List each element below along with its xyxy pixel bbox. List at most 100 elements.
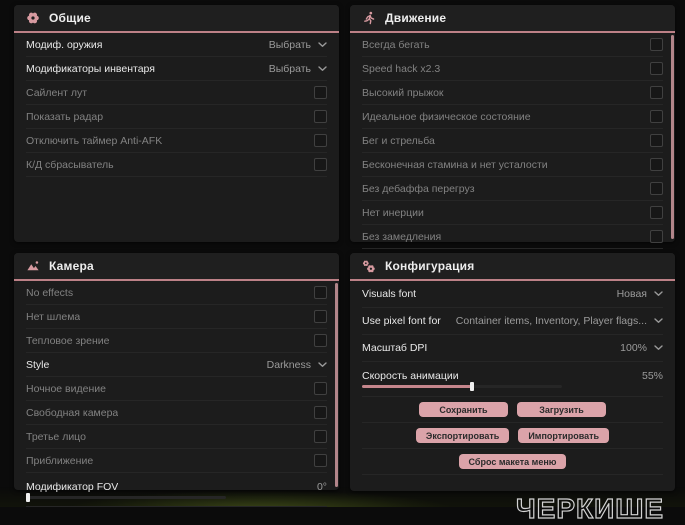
no-overload-debuff-checkbox[interactable] [650, 182, 663, 195]
weapon-mod-dropdown-value: Выбрать [268, 38, 311, 51]
high-jump-checkbox[interactable] [650, 86, 663, 99]
save-load-row: Сохранить Загрузить [362, 397, 663, 423]
silent-loot-checkbox[interactable] [314, 86, 327, 99]
disable-anti-afk-timer-label: Отключить таймер Anti-AFK [26, 134, 163, 147]
row-no-inertia: Нет инерции [362, 201, 663, 225]
panel-title: Конфигурация [385, 259, 475, 273]
fov-modifier-slider-value: 0° [316, 480, 327, 493]
no-effects-checkbox[interactable] [314, 286, 327, 299]
row-silent-loot: Сайлент лут [26, 81, 327, 105]
silent-loot-label: Сайлент лут [26, 86, 88, 99]
visuals-font-dropdown[interactable]: Новая [617, 288, 663, 300]
load-button[interactable]: Загрузить [517, 402, 606, 417]
row-disable-anti-afk-timer: Отключить таймер Anti-AFK [26, 129, 327, 153]
panel-header: Общие [14, 5, 339, 33]
row-visuals-font-dropdown: Visuals font Новая [362, 281, 663, 308]
zoom-toggle-label: Приближение [26, 454, 94, 467]
night-vision-label: Ночное видение [26, 382, 106, 395]
speed-hack-label: Speed hack x2.3 [362, 62, 441, 75]
slider-handle[interactable] [26, 492, 30, 502]
style-dropdown[interactable]: Darkness [267, 359, 327, 371]
panel-title: Камера [49, 259, 94, 273]
zoom-toggle-checkbox[interactable] [314, 454, 327, 467]
scrollbar[interactable] [671, 35, 674, 239]
chevron-down-icon [654, 291, 663, 297]
save-button[interactable]: Сохранить [419, 402, 508, 417]
infinite-stamina-checkbox[interactable] [650, 158, 663, 171]
panel-body: Всегда бегать Speed hack x2.3 Высокий прыж… [350, 33, 675, 249]
row-thermal-vision: Тепловое зрение [26, 329, 327, 353]
thermal-vision-checkbox[interactable] [314, 334, 327, 347]
weapon-mod-dropdown[interactable]: Выбрать [269, 39, 327, 51]
panel-body: No effects Нет шлема Тепловое зрение Style D… [14, 281, 339, 507]
chevron-down-icon [654, 318, 663, 324]
cd-resetter-label: К/Д сбрасыватель [26, 158, 114, 171]
cd-resetter-checkbox[interactable] [314, 158, 327, 171]
panel-header: Камера [14, 253, 339, 281]
no-overload-debuff-label: Без дебаффа перегруз [362, 182, 475, 195]
always-run-label: Всегда бегать [362, 38, 430, 51]
row-pixel-font-dropdown: Use pixel font for Container items, Inven… [362, 308, 663, 335]
row-always-run: Всегда бегать [362, 33, 663, 57]
row-speed-hack: Speed hack x2.3 [362, 57, 663, 81]
animation-speed-slider-label: Скорость анимации [362, 370, 459, 382]
row-weapon-mod-dropdown: Модиф. оружия Выбрать [26, 33, 327, 57]
show-radar-label: Показать радар [26, 110, 104, 123]
slider-handle[interactable] [470, 382, 474, 391]
export-button[interactable]: Экспортировать [415, 428, 510, 443]
free-camera-label: Свободная камера [26, 406, 119, 419]
perfect-physical-condition-label: Идеальное физическое состояние [362, 110, 531, 123]
panel-general: Общие Модиф. оружия Выбрать Модификаторы ин… [14, 5, 339, 242]
third-person-label: Третье лицо [26, 430, 86, 443]
visuals-font-dropdown-value: Новая [616, 288, 647, 300]
panel-title: Общие [49, 11, 91, 25]
high-jump-label: Высокий прыжок [362, 86, 444, 99]
gears-icon [362, 259, 376, 273]
export-import-row: Экспортировать Импортировать [362, 423, 663, 449]
weapon-mod-dropdown-label: Модиф. оружия [26, 38, 103, 51]
always-run-checkbox[interactable] [650, 38, 663, 51]
row-fov-modifier-slider: Модификатор FOV 0° [26, 473, 327, 507]
no-helmet-checkbox[interactable] [314, 310, 327, 323]
panel-header: Конфигурация [350, 253, 675, 281]
reset-menu-layout-button[interactable]: Сброс макета меню [458, 454, 567, 469]
animation-speed-slider-value: 55% [641, 370, 663, 382]
show-radar-checkbox[interactable] [314, 110, 327, 123]
fov-modifier-slider-label: Модификатор FOV [26, 480, 119, 493]
chevron-down-icon [654, 345, 663, 351]
run-and-shoot-checkbox[interactable] [650, 134, 663, 147]
inventory-mods-dropdown[interactable]: Выбрать [269, 63, 327, 75]
animation-speed-slider[interactable] [362, 382, 562, 391]
no-slowdown-label: Без замедления [362, 230, 442, 243]
row-show-radar: Показать радар [26, 105, 327, 129]
row-high-jump: Высокий прыжок [362, 81, 663, 105]
image-icon [26, 259, 40, 273]
animation-speed-slider-line: Скорость анимации 55% [362, 370, 663, 382]
speed-hack-checkbox[interactable] [650, 62, 663, 75]
perfect-physical-condition-checkbox[interactable] [650, 110, 663, 123]
panel-title: Движение [385, 11, 447, 25]
pixel-font-dropdown[interactable]: Container items, Inventory, Player flags… [456, 315, 663, 327]
import-button[interactable]: Импортировать [518, 428, 610, 443]
row-animation-speed-slider: Скорость анимации 55% [362, 362, 663, 397]
panel-camera: Камера No effects Нет шлема Тепловое зрение… [14, 253, 339, 507]
reset-row: Сброс макета меню [362, 449, 663, 475]
dpi-scale-dropdown-value: 100% [620, 342, 647, 354]
style-dropdown-value: Darkness [266, 358, 311, 371]
panel-header: Движение [350, 5, 675, 33]
row-dpi-scale-dropdown: Масштаб DPI 100% [362, 335, 663, 362]
dpi-scale-dropdown-label: Масштаб DPI [362, 342, 428, 354]
disable-anti-afk-timer-checkbox[interactable] [314, 134, 327, 147]
row-zoom-toggle: Приближение [26, 449, 327, 473]
no-inertia-checkbox[interactable] [650, 206, 663, 219]
night-vision-checkbox[interactable] [314, 382, 327, 395]
no-effects-label: No effects [26, 286, 74, 299]
scrollbar[interactable] [335, 283, 338, 487]
third-person-checkbox[interactable] [314, 430, 327, 443]
run-and-shoot-label: Бег и стрельба [362, 134, 435, 147]
dpi-scale-dropdown[interactable]: 100% [620, 342, 663, 354]
fov-modifier-slider[interactable] [26, 492, 226, 502]
gear-icon [26, 11, 40, 25]
free-camera-checkbox[interactable] [314, 406, 327, 419]
no-slowdown-checkbox[interactable] [650, 230, 663, 243]
